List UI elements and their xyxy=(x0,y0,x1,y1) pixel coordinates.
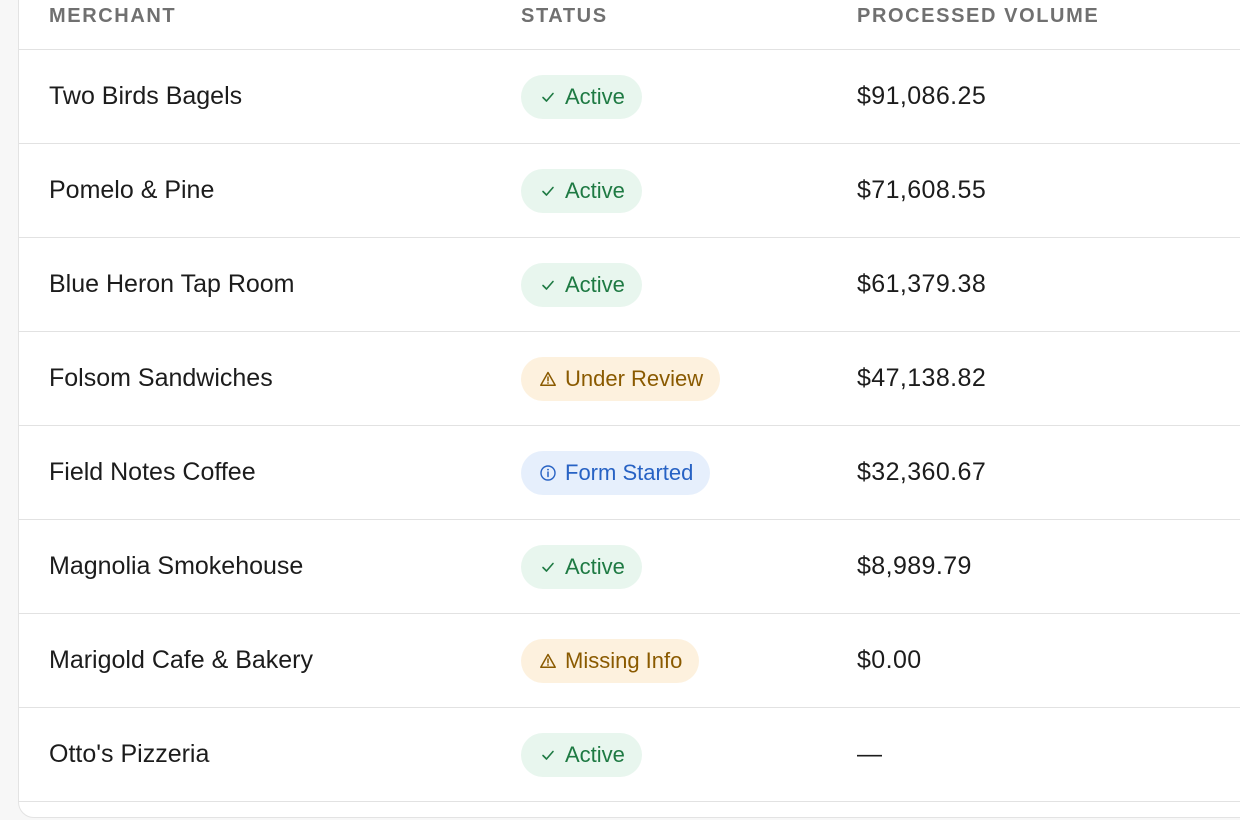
header-processed-volume[interactable]: PROCESSED VOLUME xyxy=(857,1,1099,49)
table-row[interactable]: Field Notes Coffee Form Started $32,360.67 xyxy=(19,426,1240,520)
header-merchant[interactable]: MERCHANT xyxy=(49,1,176,49)
status-badge: Active xyxy=(521,262,642,307)
check-icon xyxy=(539,276,557,294)
table-row[interactable]: Magnolia Smokehouse Active $8,989.79 xyxy=(19,520,1240,614)
merchant-cell: Magnolia Smokehouse xyxy=(49,520,303,613)
merchant-cell: Marigold Cafe & Bakery xyxy=(49,614,313,707)
status-badge: Form Started xyxy=(521,450,711,495)
volume-cell: $0.00 xyxy=(857,614,922,707)
status-badge: Active xyxy=(521,544,642,589)
status-label: Active xyxy=(565,177,625,203)
processed-volume: $61,379.38 xyxy=(857,270,987,298)
check-icon xyxy=(539,746,557,764)
status-label: Active xyxy=(565,741,625,767)
status-cell: Form Started xyxy=(521,426,711,519)
merchant-name[interactable]: Marigold Cafe & Bakery xyxy=(49,646,313,675)
check-icon xyxy=(539,182,557,200)
processed-volume: $71,608.55 xyxy=(857,176,987,204)
processed-volume: — xyxy=(857,740,883,768)
processed-volume: $91,086.25 xyxy=(857,82,987,110)
status-badge: Active xyxy=(521,74,642,119)
merchant-name[interactable]: Magnolia Smokehouse xyxy=(49,552,303,581)
status-badge: Active xyxy=(521,732,642,777)
status-label: Form Started xyxy=(565,459,694,485)
merchant-name[interactable]: Otto's Pizzeria xyxy=(49,740,209,769)
status-cell: Active xyxy=(521,520,642,613)
merchant-name[interactable]: Two Birds Bagels xyxy=(49,82,242,111)
table-row[interactable]: Two Birds Bagels Active $91,086.25 xyxy=(19,50,1240,144)
merchant-cell: Two Birds Bagels xyxy=(49,50,242,143)
status-label: Active xyxy=(565,83,625,109)
processed-volume: $32,360.67 xyxy=(857,458,987,486)
volume-cell: $91,086.25 xyxy=(857,50,986,143)
volume-cell: $47,138.82 xyxy=(857,332,986,425)
status-badge: Missing Info xyxy=(521,638,700,683)
processed-volume: $0.00 xyxy=(857,646,922,674)
table-header: MERCHANT STATUS PROCESSED VOLUME xyxy=(19,1,1240,50)
merchant-name[interactable]: Blue Heron Tap Room xyxy=(49,270,295,299)
volume-cell: $32,360.67 xyxy=(857,426,986,519)
table-row[interactable]: Otto's Pizzeria Active — xyxy=(19,708,1240,802)
status-cell: Active xyxy=(521,708,642,801)
status-cell: Active xyxy=(521,144,642,237)
merchants-panel: MERCHANT STATUS PROCESSED VOLUME Two Bir… xyxy=(18,0,1240,818)
processed-volume: $47,138.82 xyxy=(857,364,987,392)
table-body: Two Birds Bagels Active $91,086.25 Pomelo &… xyxy=(19,50,1240,802)
volume-cell: — xyxy=(857,708,882,801)
table-row[interactable]: Folsom Sandwiches Under Review $47,138.82 xyxy=(19,332,1240,426)
info-circle-icon xyxy=(539,464,557,482)
status-badge: Under Review xyxy=(521,356,721,401)
status-label: Active xyxy=(565,271,625,297)
merchant-cell: Pomelo & Pine xyxy=(49,144,214,237)
merchant-name[interactable]: Pomelo & Pine xyxy=(49,176,214,205)
status-label: Missing Info xyxy=(565,647,683,673)
volume-cell: $8,989.79 xyxy=(857,520,972,613)
warning-triangle-icon xyxy=(539,652,557,670)
table-row[interactable]: Marigold Cafe & Bakery Missing Info $0.00 xyxy=(19,614,1240,708)
processed-volume: $8,989.79 xyxy=(857,552,972,580)
warning-triangle-icon xyxy=(539,370,557,388)
table-row[interactable]: Pomelo & Pine Active $71,608.55 xyxy=(19,144,1240,238)
volume-cell: $71,608.55 xyxy=(857,144,986,237)
status-cell: Active xyxy=(521,238,642,331)
status-cell: Under Review xyxy=(521,332,721,425)
table-row[interactable]: Blue Heron Tap Room Active $61,379.38 xyxy=(19,238,1240,332)
status-cell: Missing Info xyxy=(521,614,700,707)
merchant-name[interactable]: Field Notes Coffee xyxy=(49,458,256,487)
status-label: Active xyxy=(565,553,625,579)
merchant-cell: Otto's Pizzeria xyxy=(49,708,209,801)
status-cell: Active xyxy=(521,50,642,143)
header-status[interactable]: STATUS xyxy=(521,1,608,49)
check-icon xyxy=(539,88,557,106)
merchant-cell: Folsom Sandwiches xyxy=(49,332,273,425)
status-badge: Active xyxy=(521,168,642,213)
merchant-name[interactable]: Folsom Sandwiches xyxy=(49,364,273,393)
check-icon xyxy=(539,558,557,576)
status-label: Under Review xyxy=(565,365,704,391)
merchant-cell: Blue Heron Tap Room xyxy=(49,238,295,331)
merchants-table: MERCHANT STATUS PROCESSED VOLUME Two Bir… xyxy=(19,1,1240,802)
merchant-cell: Field Notes Coffee xyxy=(49,426,256,519)
volume-cell: $61,379.38 xyxy=(857,238,986,331)
